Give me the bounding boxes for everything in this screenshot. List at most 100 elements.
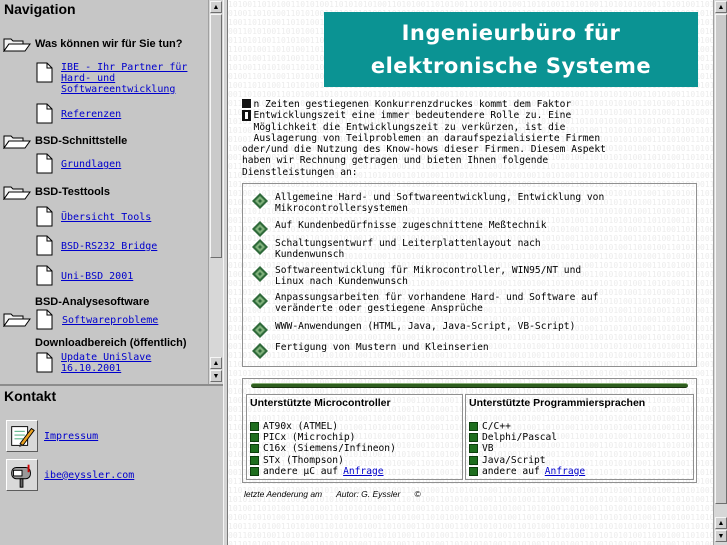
list-item: C16x (Siemens/Infineon) (250, 443, 396, 454)
nav-section-bsd-schnittstelle[interactable]: BSD-Schnittstelle (3, 133, 127, 149)
diamond-bullet-icon (252, 293, 268, 309)
scroll-up-button[interactable]: ▲ (210, 1, 222, 13)
scroll-up-button[interactable]: ▲ (715, 1, 727, 13)
square-bullet-icon (250, 422, 259, 432)
notepad-pencil-icon[interactable] (6, 420, 38, 452)
intro-line: n Zeiten gestiegenen Konkurrenzdruckes k… (242, 99, 572, 110)
microcontroller-name: STx (Thompson) (263, 454, 344, 466)
nav-section-analysesoftware[interactable]: BSD-Analysesoftware (35, 296, 149, 308)
mailbox-icon[interactable] (6, 459, 38, 491)
kontakt-heading: Kontakt (4, 388, 57, 404)
nav-item-referenzen[interactable]: Referenzen (36, 103, 201, 124)
open-folder-icon (3, 135, 31, 149)
nav-item-uni-bsd[interactable]: Uni-BSD 2001 (36, 265, 201, 286)
scroll-thumb[interactable] (715, 14, 727, 504)
square-bullet-icon (469, 466, 478, 476)
page-title-line-1: Ingenieurbüro für (401, 20, 621, 45)
nav-item-softwareprobleme[interactable]: Softwareprobleme (36, 309, 202, 330)
page-icon (36, 62, 53, 83)
nav-link-update-unislave[interactable]: Update UniSlave 16.10.2001 (61, 352, 171, 374)
service-text: Schaltungsentwurf und Leiterplattenlayou… (275, 238, 541, 249)
list-item: andere auf Anfrage (469, 466, 585, 477)
list-item: PICx (Microchip) (250, 432, 396, 443)
nav-section-services[interactable]: Was können wir für Sie tun? (3, 36, 183, 52)
page-icon (36, 265, 53, 286)
page-icon (36, 235, 53, 256)
nav-section-download[interactable]: Downloadbereich (öffentlich) (35, 337, 187, 349)
list-item: Anpassungsarbeiten für vorhandene Hard- … (252, 292, 692, 314)
last-changed-label: letzte Aenderung am (244, 489, 323, 499)
anfrage-link[interactable]: Anfrage (545, 466, 585, 477)
nav-item-update-unislave[interactable]: Update UniSlave 16.10.2001 (36, 352, 171, 374)
intro-line: Entwicklungszeit eine immer bedeutendere… (242, 110, 572, 122)
kontakt-frame: Kontakt Impressum ibe@eyssler.com (0, 384, 223, 545)
nav-link-partner[interactable]: IBE - Ihr Partner für Hard- und Software… (61, 62, 201, 95)
open-folder-icon (3, 186, 31, 200)
email-link[interactable]: ibe@eyssler.com (44, 470, 134, 481)
scroll-up-button[interactable]: ▲ (715, 517, 727, 529)
title-banner: Ingenieurbüro für elektronische Systeme (324, 12, 698, 87)
service-text: Mikrocontrollersystemen (275, 203, 408, 214)
scroll-up-button[interactable]: ▲ (210, 357, 222, 369)
nav-item-grundlagen[interactable]: Grundlagen (36, 153, 201, 174)
square-bullet-icon (469, 455, 478, 465)
diamond-bullet-icon (252, 193, 268, 209)
diamond-bullet-icon (252, 221, 268, 237)
navigation-frame: Navigation Was können wir für Sie tun? I… (0, 0, 223, 384)
nav-section-label: Was können wir für Sie tun? (35, 38, 183, 50)
nav-item-uebersicht-tools[interactable]: Übersicht Tools (36, 206, 201, 227)
language-name: VB (482, 443, 494, 455)
microcontroller-name: andere µC auf (263, 465, 339, 477)
list-item: Allgemeine Hard- und Softwareentwicklung… (252, 192, 692, 214)
nav-link-softwareprobleme[interactable]: Softwareprobleme (62, 315, 202, 326)
microcontroller-heading: Unterstützte Microcontroller (250, 397, 391, 409)
intro-line: oder/und die Nutzung des Know-hows diese… (242, 144, 606, 156)
diamond-bullet-icon (252, 322, 268, 338)
language-name: C/C++ (482, 421, 511, 433)
service-text: WWW-Anwendungen (HTML, Java, Java-Script… (275, 321, 576, 332)
navigation-heading: Navigation (4, 1, 76, 17)
nav-link-rs232-bridge[interactable]: BSD-RS232 Bridge (61, 241, 201, 252)
list-item: STx (Thompson) (250, 455, 396, 466)
nav-section-bsd-testtools[interactable]: BSD-Testtools (3, 184, 110, 200)
open-folder-icon (3, 313, 31, 327)
green-divider (251, 383, 688, 388)
page-title-line-2: elektronische Systeme (370, 53, 652, 78)
square-bullet-icon (250, 433, 259, 443)
navigation-scrollbar[interactable]: ▲ ▲ ▼ (208, 0, 223, 384)
diamond-bullet-icon (252, 343, 268, 359)
nav-item-rs232-bridge[interactable]: BSD-RS232 Bridge (36, 235, 201, 256)
language-name: andere auf (482, 465, 540, 477)
square-bullet-icon (250, 444, 259, 454)
list-item: andere µC auf Anfrage (250, 466, 396, 477)
service-text: Fertigung von Mustern und Kleinserien (275, 342, 489, 353)
nav-link-grundlagen[interactable]: Grundlagen (61, 159, 201, 170)
square-bullet-icon (469, 422, 478, 432)
list-item: VB (469, 443, 585, 454)
impressum-link[interactable]: Impressum (44, 431, 98, 442)
nav-link-referenzen[interactable]: Referenzen (61, 109, 201, 120)
page-footer: letzte Aenderung am Autor: G. Eyssler © (244, 489, 421, 499)
languages-column: Unterstützte Programmiersprachen C/C++ D… (465, 394, 694, 480)
scroll-down-button[interactable]: ▼ (715, 530, 727, 542)
list-item: AT90x (ATMEL) (250, 421, 396, 432)
nav-section-label: BSD-Schnittstelle (35, 135, 128, 147)
service-text: veränderte oder gestiegene Ansprüche (275, 303, 483, 314)
anfrage-link[interactable]: Anfrage (343, 466, 383, 477)
list-item: Java/Script (469, 455, 585, 466)
nav-link-uebersicht-tools[interactable]: Übersicht Tools (61, 212, 201, 223)
main-content-frame: 1010011010100110101001101010101001101010… (228, 0, 727, 545)
square-bullet-icon (250, 455, 259, 465)
scroll-down-button[interactable]: ▼ (210, 370, 222, 382)
page-icon (36, 206, 53, 227)
main-scrollbar[interactable]: ▲ ▲ ▼ (713, 0, 727, 545)
nav-item-partner[interactable]: IBE - Ihr Partner für Hard- und Software… (36, 62, 201, 95)
scroll-thumb[interactable] (210, 14, 222, 258)
kontakt-item-impressum[interactable]: Impressum (6, 420, 98, 452)
kontakt-item-email[interactable]: ibe@eyssler.com (6, 459, 134, 491)
intro-line: Möglichkeit die Entwicklungszeit zu verk… (242, 121, 566, 133)
service-text: Linux nach Kundenwunsch (275, 276, 408, 287)
nav-link-uni-bsd[interactable]: Uni-BSD 2001 (61, 271, 201, 282)
square-bullet-icon (469, 444, 478, 454)
author-label: Autor: G. Eyssler (336, 489, 401, 499)
